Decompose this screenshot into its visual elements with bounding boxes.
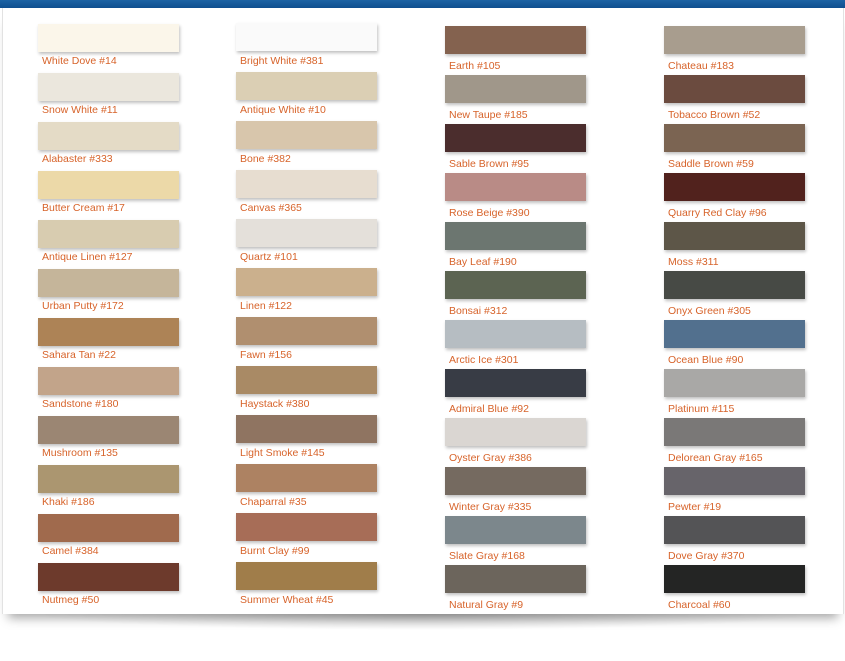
swatch-label: Bone #382 bbox=[240, 153, 291, 165]
color-chip bbox=[664, 173, 805, 201]
color-chip bbox=[664, 467, 805, 495]
swatch-label: Natural Gray #9 bbox=[449, 599, 524, 611]
color-chip bbox=[664, 565, 805, 593]
color-chip bbox=[664, 369, 805, 397]
swatch-label: Burnt Clay #99 bbox=[240, 545, 310, 557]
color-chip bbox=[445, 516, 586, 544]
color-chip bbox=[664, 26, 805, 54]
color-chip bbox=[38, 269, 179, 297]
swatch-label: Antique Linen #127 bbox=[42, 251, 133, 263]
swatch-label: Fawn #156 bbox=[240, 349, 292, 361]
color-chip bbox=[38, 318, 179, 346]
swatch-label: Quarry Red Clay #96 bbox=[668, 207, 767, 219]
color-chip bbox=[445, 26, 586, 54]
top-accent-bar bbox=[0, 0, 845, 8]
swatch-label: Bonsai #312 bbox=[449, 305, 508, 317]
color-chart-panel: White Dove #14 Snow White #11 Alabaster #3… bbox=[2, 8, 844, 614]
swatch-label: Arctic Ice #301 bbox=[449, 354, 519, 366]
color-chip bbox=[236, 317, 377, 345]
color-chip bbox=[445, 124, 586, 152]
color-chip bbox=[236, 23, 377, 51]
swatch-label: Delorean Gray #165 bbox=[668, 452, 763, 464]
swatch-label: Platinum #115 bbox=[668, 403, 735, 415]
color-chip bbox=[38, 24, 179, 52]
swatch-label: Slate Gray #168 bbox=[449, 550, 525, 562]
swatch-label: Oyster Gray #386 bbox=[449, 452, 532, 464]
swatch-label: Chateau #183 bbox=[668, 60, 734, 72]
swatch-label: Sandstone #180 bbox=[42, 398, 119, 410]
color-chip bbox=[38, 73, 179, 101]
swatch-label: Saddle Brown #59 bbox=[668, 158, 754, 170]
swatch-label: Camel #384 bbox=[42, 545, 99, 557]
color-chip bbox=[236, 464, 377, 492]
color-chip bbox=[38, 122, 179, 150]
swatch-label: Earth #105 bbox=[449, 60, 501, 72]
color-chip bbox=[236, 121, 377, 149]
swatch-label: Tobacco Brown #52 bbox=[668, 109, 761, 121]
color-chip bbox=[445, 369, 586, 397]
color-chip bbox=[38, 416, 179, 444]
color-chip bbox=[664, 418, 805, 446]
color-chip bbox=[236, 268, 377, 296]
color-chip bbox=[236, 72, 377, 100]
swatch-label: Charcoal #60 bbox=[668, 599, 731, 611]
color-chip bbox=[38, 514, 179, 542]
color-chip bbox=[38, 367, 179, 395]
swatch-label: Haystack #380 bbox=[240, 398, 310, 410]
swatch-label: Quartz #101 bbox=[240, 251, 298, 263]
swatch-label: Sahara Tan #22 bbox=[42, 349, 116, 361]
color-chip bbox=[445, 467, 586, 495]
color-chip bbox=[664, 320, 805, 348]
swatch-label: Moss #311 bbox=[668, 256, 719, 268]
swatch-label: New Taupe #185 bbox=[449, 109, 528, 121]
swatch-label: Bay Leaf #190 bbox=[449, 256, 517, 268]
swatch-label: White Dove #14 bbox=[42, 55, 117, 67]
swatch-label: Rose Beige #390 bbox=[449, 207, 530, 219]
color-chip bbox=[445, 418, 586, 446]
color-chip bbox=[38, 220, 179, 248]
panel-shadow bbox=[30, 614, 815, 630]
color-chip bbox=[664, 271, 805, 299]
swatch-label: Ocean Blue #90 bbox=[668, 354, 744, 366]
swatch-label: Alabaster #333 bbox=[42, 153, 113, 165]
swatch-label: Butter Cream #17 bbox=[42, 202, 125, 214]
swatch-label: Summer Wheat #45 bbox=[240, 594, 334, 606]
swatch-label: Chaparral #35 bbox=[240, 496, 307, 508]
swatch-label: Nutmeg #50 bbox=[42, 594, 100, 606]
color-chip bbox=[664, 516, 805, 544]
color-chip bbox=[38, 171, 179, 199]
color-chip bbox=[236, 415, 377, 443]
color-chip bbox=[38, 563, 179, 591]
color-chip bbox=[38, 465, 179, 493]
color-chip bbox=[664, 222, 805, 250]
swatch-label: Light Smoke #145 bbox=[240, 447, 325, 459]
color-chip bbox=[445, 222, 586, 250]
swatch-label: Linen #122 bbox=[240, 300, 292, 312]
swatch-label: Snow White #11 bbox=[42, 104, 118, 116]
swatch-label: Onyx Green #305 bbox=[668, 305, 751, 317]
swatch-label: Winter Gray #335 bbox=[449, 501, 532, 513]
color-chip bbox=[236, 366, 377, 394]
color-chip bbox=[236, 170, 377, 198]
color-chip bbox=[236, 562, 377, 590]
swatch-label: Canvas #365 bbox=[240, 202, 302, 214]
swatch-label: Pewter #19 bbox=[668, 501, 722, 513]
swatch-label: Dove Gray #370 bbox=[668, 550, 745, 562]
swatch-label: Admiral Blue #92 bbox=[449, 403, 529, 415]
swatch-label: Mushroom #135 bbox=[42, 447, 118, 459]
color-chip bbox=[445, 173, 586, 201]
swatch-label: Urban Putty #172 bbox=[42, 300, 124, 312]
color-chip bbox=[236, 219, 377, 247]
swatch-label: Antique White #10 bbox=[240, 104, 326, 116]
color-chip bbox=[664, 124, 805, 152]
color-chip bbox=[445, 75, 586, 103]
color-chip bbox=[664, 75, 805, 103]
swatch-label: Sable Brown #95 bbox=[449, 158, 529, 170]
color-chip bbox=[445, 565, 586, 593]
color-chip bbox=[236, 513, 377, 541]
color-chip bbox=[445, 271, 586, 299]
color-chip bbox=[445, 320, 586, 348]
swatch-label: Bright White #381 bbox=[240, 55, 324, 67]
swatch-label: Khaki #186 bbox=[42, 496, 95, 508]
